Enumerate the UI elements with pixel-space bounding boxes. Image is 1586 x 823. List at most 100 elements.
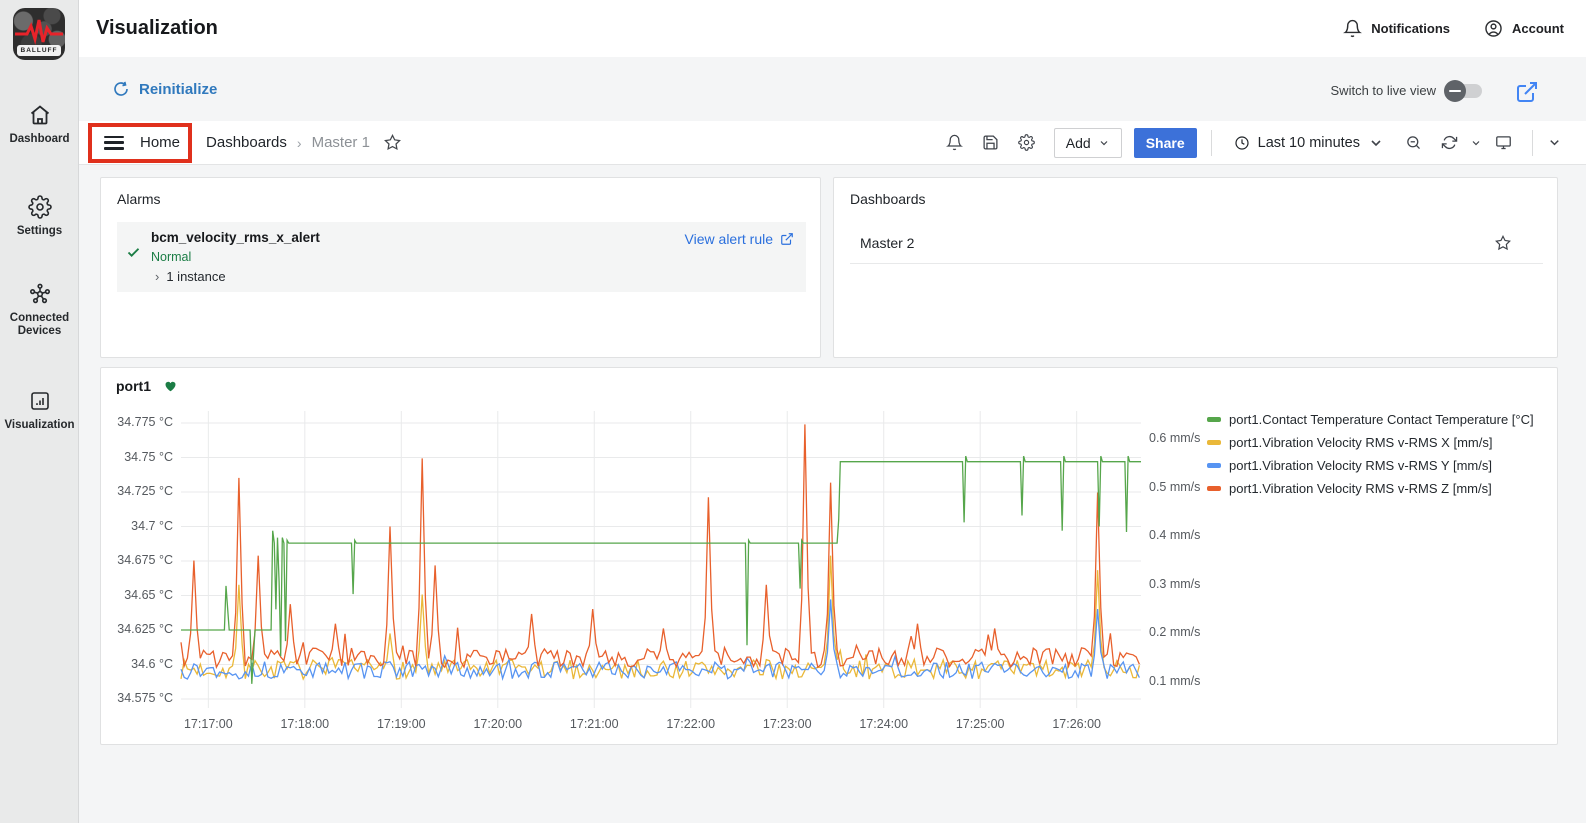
legend-item[interactable]: port1.Contact Temperature Contact Temper… (1207, 408, 1534, 431)
time-range-picker[interactable]: Last 10 minutes (1226, 128, 1392, 158)
legend-series-label: port1.Contact Temperature Contact Temper… (1229, 412, 1534, 427)
zoom-out-time-button[interactable] (1398, 129, 1428, 157)
y-axis-left-label: 34.6 °C (101, 657, 173, 671)
y-axis-left-label: 34.675 °C (101, 553, 173, 567)
x-axis-label: 17:22:00 (655, 717, 727, 731)
y-axis-right-label: 0.4 mm/s (1149, 528, 1200, 542)
legend-series-swatch (1207, 417, 1221, 422)
legend-series-label: port1.Vibration Velocity RMS v-RMS X [mm… (1229, 435, 1492, 450)
favorite-star-icon[interactable] (1495, 235, 1511, 251)
x-axis-label: 17:21:00 (558, 717, 630, 731)
bar-chart-icon (28, 389, 52, 413)
alarms-panel: Alarms bcm_velocity_rms_x_alert Normal ›… (100, 177, 821, 358)
y-axis-left-label: 34.7 °C (101, 519, 173, 533)
gear-icon (28, 195, 52, 219)
balluff-logo[interactable]: BALLUFF (13, 8, 65, 60)
reinitialize-label: Reinitialize (139, 81, 217, 98)
account-button[interactable]: Account (1484, 19, 1564, 38)
grafana-toolbar: Home Dashboards › Master 1 (79, 121, 1586, 165)
reinitialize-button[interactable]: Reinitialize (112, 80, 217, 98)
sidebar-item-connected-devices[interactable]: Connected Devices (0, 282, 79, 338)
live-view-toggle[interactable] (1446, 84, 1482, 98)
y-axis-left-label: 34.575 °C (101, 691, 173, 705)
account-icon (1484, 19, 1503, 38)
kiosk-mode-button[interactable] (1488, 129, 1518, 157)
bell-icon (946, 134, 963, 151)
sidebar-item-dashboard[interactable]: Dashboard (0, 103, 79, 146)
dashboard-list-item[interactable]: Master 2 (850, 222, 1543, 264)
y-axis-left-label: 34.725 °C (101, 484, 173, 498)
chart-legend: port1.Contact Temperature Contact Temper… (1207, 408, 1534, 500)
share-button[interactable]: Share (1134, 128, 1197, 158)
chart-panel-title[interactable]: port1 (116, 378, 178, 394)
toolbar-divider (1532, 130, 1533, 156)
legend-series-swatch (1207, 440, 1221, 445)
toggle-knob (1444, 80, 1466, 102)
time-series-plot[interactable] (181, 411, 1141, 708)
x-axis-label: 17:25:00 (944, 717, 1016, 731)
dashboard-name: Master 2 (860, 235, 914, 251)
legend-item[interactable]: port1.Vibration Velocity RMS v-RMS X [mm… (1207, 431, 1534, 454)
check-icon (126, 245, 141, 260)
sidebar: BALLUFF Dashboard Settings (0, 0, 79, 823)
dashboards-panel-title: Dashboards (850, 191, 926, 207)
sidebar-item-label: Settings (0, 225, 79, 238)
favorite-star-icon[interactable] (384, 134, 401, 151)
account-label: Account (1512, 21, 1564, 36)
series-line (181, 599, 1139, 679)
hub-icon (28, 282, 52, 306)
alert-instances-expander[interactable]: › 1 instance (155, 269, 226, 284)
notifications-label: Notifications (1371, 21, 1450, 36)
legend-series-swatch (1207, 486, 1221, 491)
breadcrumb-current: Master 1 (312, 134, 370, 151)
bell-icon (1343, 19, 1362, 38)
y-axis-right-label: 0.3 mm/s (1149, 577, 1200, 591)
alert-name: bcm_velocity_rms_x_alert (151, 230, 320, 245)
breadcrumb-dashboards[interactable]: Dashboards (206, 134, 287, 151)
refresh-dashboard-button[interactable] (1434, 129, 1464, 157)
x-axis-label: 17:18:00 (269, 717, 341, 731)
y-axis-left-label: 34.75 °C (101, 450, 173, 464)
monitor-icon (1495, 134, 1512, 151)
time-range-label: Last 10 minutes (1258, 135, 1360, 151)
dashboards-panel: Dashboards Master 2 (833, 177, 1558, 358)
health-heart-icon (163, 379, 178, 393)
save-dashboard-button[interactable] (976, 129, 1006, 157)
alarms-panel-title: Alarms (117, 191, 161, 207)
alert-row: bcm_velocity_rms_x_alert Normal › 1 inst… (117, 222, 806, 292)
y-axis-right-label: 0.1 mm/s (1149, 674, 1200, 688)
breadcrumb-home[interactable]: Home (140, 134, 180, 151)
chevron-down-icon (1368, 135, 1384, 151)
x-axis-label: 17:23:00 (751, 717, 823, 731)
notifications-button[interactable]: Notifications (1343, 19, 1450, 38)
refresh-interval-chevron[interactable] (1470, 137, 1482, 149)
breadcrumb-separator: › (297, 135, 302, 151)
series-line (181, 424, 1139, 667)
x-axis-label: 17:19:00 (365, 717, 437, 731)
legend-item[interactable]: port1.Vibration Velocity RMS v-RMS Y [mm… (1207, 454, 1534, 477)
open-external-button[interactable] (1515, 80, 1539, 104)
alert-state: Normal (151, 250, 191, 264)
alert-rules-button[interactable] (940, 129, 970, 157)
collapse-toolbar-chevron[interactable] (1547, 135, 1562, 150)
view-alert-rule-link[interactable]: View alert rule (685, 231, 794, 247)
legend-series-label: port1.Vibration Velocity RMS v-RMS Y [mm… (1229, 458, 1492, 473)
sidebar-item-visualization[interactable]: Visualization (0, 389, 79, 432)
legend-item[interactable]: port1.Vibration Velocity RMS v-RMS Z [mm… (1207, 477, 1534, 500)
sidebar-item-label: Dashboard (0, 133, 79, 146)
live-view-label: Switch to live view (1331, 83, 1436, 98)
y-axis-right-label: 0.2 mm/s (1149, 625, 1200, 639)
save-icon (982, 134, 999, 151)
add-button[interactable]: Add (1054, 128, 1122, 158)
home-icon (28, 103, 52, 127)
app-header: Visualization Notifications Account (79, 0, 1586, 57)
menu-button[interactable] (104, 136, 124, 150)
dashboard-settings-button[interactable] (1012, 129, 1042, 157)
chevron-down-icon (1098, 137, 1110, 149)
y-axis-right-label: 0.5 mm/s (1149, 480, 1200, 494)
chart-title-label: port1 (116, 378, 151, 394)
x-axis-label: 17:20:00 (462, 717, 534, 731)
sidebar-item-settings[interactable]: Settings (0, 195, 79, 238)
toolbar-divider (1211, 130, 1212, 156)
page-title: Visualization (96, 17, 218, 40)
